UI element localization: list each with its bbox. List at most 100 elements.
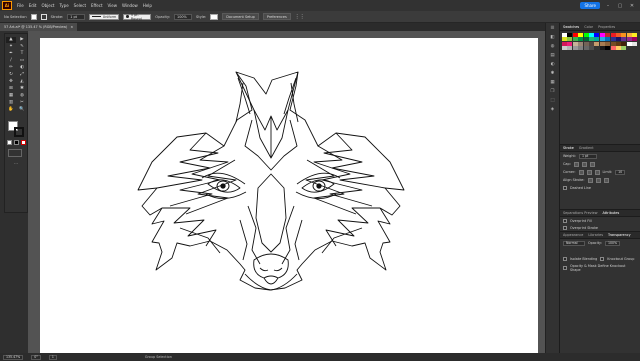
menu-view[interactable]: View bbox=[108, 3, 118, 8]
color-swatch[interactable] bbox=[562, 41, 567, 46]
preferences-button[interactable]: Preferences bbox=[262, 13, 291, 20]
color-swatch[interactable] bbox=[610, 37, 616, 42]
menu-object[interactable]: Object bbox=[41, 3, 54, 8]
document-tab[interactable]: 57 Art.ai* @ 135.47 % (RGB/Preview) × bbox=[0, 23, 78, 31]
miter-join-icon[interactable] bbox=[578, 169, 584, 175]
color-swatch[interactable] bbox=[626, 33, 632, 37]
stroke-color-icon[interactable] bbox=[14, 127, 24, 137]
align-center-icon[interactable] bbox=[587, 177, 593, 183]
opacity-input[interactable]: 100% bbox=[174, 13, 193, 20]
color-swatch[interactable] bbox=[583, 46, 589, 51]
color-swatch[interactable] bbox=[583, 33, 589, 37]
zoom-tool-icon[interactable]: 🔍 bbox=[17, 107, 27, 113]
color-swatch[interactable] bbox=[605, 41, 611, 46]
menu-type[interactable]: Type bbox=[59, 3, 68, 8]
edit-toolbar-icon[interactable]: ··· bbox=[5, 161, 27, 166]
symbol-sprayer-tool-icon[interactable]: ✱ bbox=[17, 86, 27, 92]
opacity-input[interactable]: 100% bbox=[604, 240, 621, 246]
color-swatch[interactable] bbox=[567, 46, 573, 51]
none-mode-icon[interactable] bbox=[21, 140, 26, 145]
overprint-stroke-checkbox[interactable] bbox=[563, 225, 567, 230]
color-swatch[interactable] bbox=[567, 33, 573, 37]
color-swatch[interactable] bbox=[599, 37, 605, 42]
menu-help[interactable]: Help bbox=[143, 3, 152, 8]
color-swatch[interactable] bbox=[632, 33, 638, 37]
color-swatch[interactable] bbox=[610, 46, 616, 51]
align-inside-icon[interactable] bbox=[595, 177, 601, 183]
color-swatch[interactable] bbox=[621, 41, 627, 46]
tab-color[interactable]: Color bbox=[584, 25, 593, 29]
libraries-panel-icon[interactable]: ▤ bbox=[548, 52, 558, 59]
close-tab-icon[interactable]: × bbox=[70, 25, 73, 29]
color-swatch[interactable] bbox=[578, 46, 584, 51]
color-swatch[interactable] bbox=[572, 33, 578, 37]
graphic-style-swatch[interactable] bbox=[210, 13, 219, 20]
color-swatch[interactable] bbox=[588, 37, 594, 42]
color-swatch[interactable] bbox=[588, 46, 594, 51]
scale-tool-icon[interactable]: ⤢ bbox=[17, 72, 27, 78]
tab-gradient[interactable]: Gradient bbox=[579, 146, 594, 150]
round-join-icon[interactable] bbox=[586, 169, 592, 175]
color-swatch[interactable] bbox=[632, 41, 638, 46]
color-swatch[interactable] bbox=[562, 46, 567, 51]
butt-cap-icon[interactable] bbox=[573, 161, 579, 167]
color-swatch[interactable] bbox=[588, 33, 594, 37]
color-swatch[interactable] bbox=[578, 37, 584, 42]
color-swatch[interactable] bbox=[588, 41, 594, 46]
color-swatch[interactable] bbox=[626, 41, 632, 46]
fill-stroke-widget[interactable] bbox=[6, 119, 26, 137]
color-swatch[interactable] bbox=[605, 33, 611, 37]
brush-definition-dropdown[interactable]: 5 pt. Round bbox=[123, 13, 152, 21]
menu-effect[interactable]: Effect bbox=[91, 3, 103, 8]
color-swatch[interactable] bbox=[578, 33, 584, 37]
menu-file[interactable]: File bbox=[17, 3, 24, 8]
shaper-tool-icon[interactable]: ◐ bbox=[17, 65, 27, 71]
align-outside-icon[interactable] bbox=[603, 177, 609, 183]
transform-panel-icon[interactable]: ◈ bbox=[548, 106, 558, 113]
dashed-line-checkbox[interactable] bbox=[563, 185, 567, 190]
tab-transparency[interactable]: Transparency bbox=[608, 233, 631, 237]
rectangle-tool-icon[interactable]: ▭ bbox=[17, 58, 27, 64]
color-swatch[interactable] bbox=[594, 33, 600, 37]
gradient-tool-icon[interactable]: ◍ bbox=[17, 93, 27, 99]
column-graph-tool-icon[interactable]: ▦ bbox=[6, 93, 16, 99]
color-swatch[interactable] bbox=[599, 41, 605, 46]
properties-panel-icon[interactable]: ☰ bbox=[548, 25, 558, 32]
opacity-mask-checkbox[interactable] bbox=[563, 265, 567, 270]
scissors-tool-icon[interactable]: ✂ bbox=[17, 100, 27, 106]
arrange-icon[interactable]: ⋮⋮ bbox=[295, 14, 305, 20]
rotate-tool-icon[interactable]: ↻ bbox=[6, 72, 16, 78]
round-cap-icon[interactable] bbox=[581, 161, 587, 167]
maximize-button[interactable]: ▢ bbox=[616, 3, 624, 9]
menu-edit[interactable]: Edit bbox=[29, 3, 37, 8]
color-swatch[interactable] bbox=[599, 46, 605, 51]
wolf-head-artwork[interactable] bbox=[40, 38, 538, 353]
color-swatch[interactable] bbox=[615, 37, 621, 42]
lasso-tool-icon[interactable]: ✎ bbox=[17, 44, 27, 50]
artboard-tool-icon[interactable]: ▥ bbox=[6, 100, 16, 106]
color-swatch[interactable] bbox=[626, 37, 632, 42]
selection-tool-icon[interactable]: ▲ bbox=[6, 37, 16, 43]
artboard[interactable] bbox=[40, 38, 538, 353]
tab-attributes[interactable]: Attributes bbox=[602, 211, 619, 215]
color-panel-icon[interactable]: ◍ bbox=[548, 43, 558, 50]
gradient-mode-icon[interactable] bbox=[14, 140, 19, 145]
color-swatch[interactable] bbox=[621, 33, 627, 37]
pathfinder-panel-icon[interactable]: ⬚ bbox=[548, 97, 558, 104]
color-swatch[interactable] bbox=[615, 33, 621, 37]
pencil-tool-icon[interactable]: ✏ bbox=[6, 65, 16, 71]
layers-panel-icon[interactable]: ◧ bbox=[548, 34, 558, 41]
direct-selection-tool-icon[interactable]: ▶ bbox=[17, 37, 27, 43]
magic-wand-tool-icon[interactable]: ✦ bbox=[6, 44, 16, 50]
color-swatch[interactable] bbox=[615, 46, 621, 51]
color-swatch[interactable] bbox=[572, 46, 578, 51]
close-window-button[interactable]: ✕ bbox=[628, 3, 636, 9]
weight-input[interactable]: 1 pt bbox=[578, 153, 597, 159]
variable-width-profile-dropdown[interactable]: Uniform bbox=[89, 13, 120, 20]
tab-properties[interactable]: Properties bbox=[598, 25, 615, 29]
tab-libraries[interactable]: Libraries bbox=[588, 233, 603, 237]
symbols-panel-icon[interactable]: ✱ bbox=[548, 70, 558, 77]
color-swatch[interactable] bbox=[610, 41, 616, 46]
line-tool-icon[interactable]: / bbox=[6, 58, 16, 64]
menu-select[interactable]: Select bbox=[74, 3, 86, 8]
